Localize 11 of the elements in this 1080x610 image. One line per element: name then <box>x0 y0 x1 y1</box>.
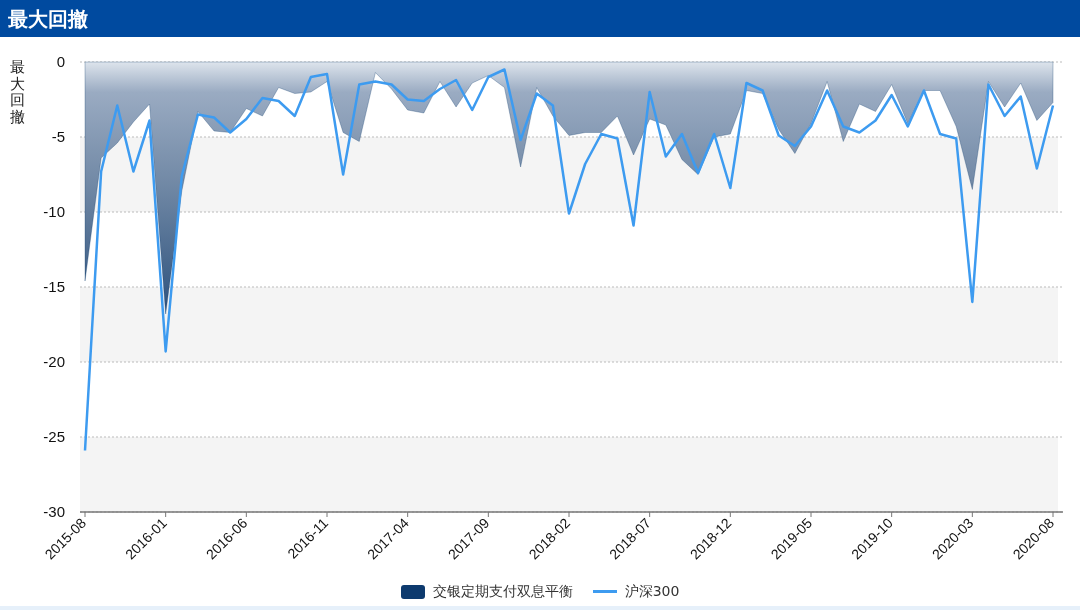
y-tick-label: -25 <box>43 428 65 445</box>
y-tick-label: -15 <box>43 278 65 295</box>
y-tick-label: -30 <box>43 503 65 520</box>
y-tick-label: -10 <box>43 203 65 220</box>
header-title: 最大回撤 <box>8 5 88 33</box>
y-tick-label: -20 <box>43 353 65 370</box>
y-axis-title: 最大回撤 <box>10 59 25 125</box>
y-tick-label: -5 <box>51 128 65 145</box>
legend-label[interactable]: 交银定期支付双息平衡 <box>432 581 573 602</box>
legend-label[interactable]: 沪深300 <box>624 581 680 602</box>
y-tick-label: 0 <box>56 53 65 70</box>
